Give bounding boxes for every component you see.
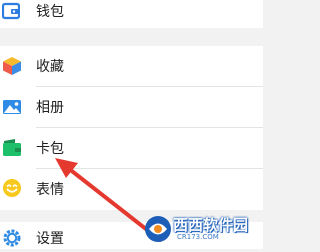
photo-icon (2, 97, 22, 117)
menu-item-cards[interactable]: 卡包 (0, 128, 263, 168)
menu-item-favorites[interactable]: 收藏 (0, 46, 263, 86)
gear-icon (2, 228, 22, 248)
album-label: 相册 (36, 100, 64, 116)
settings-label: 设置 (36, 231, 64, 247)
menu-item-wallet[interactable]: 钱包 (0, 0, 263, 28)
watermark-emblem-icon (145, 216, 171, 242)
smiley-icon (2, 178, 22, 198)
watermark-logo: 西西软件园 CR173.COM (143, 212, 261, 246)
favorites-label: 收藏 (36, 59, 64, 75)
cube-icon (2, 56, 22, 76)
stickers-label: 表情 (36, 182, 64, 198)
watermark-brand: 西西软件园 (173, 216, 249, 234)
watermark-url: CR173.COM (177, 233, 219, 241)
card-icon (2, 138, 22, 158)
menu-item-album[interactable]: 相册 (0, 87, 263, 127)
wallet-label: 钱包 (36, 4, 64, 20)
cards-label: 卡包 (36, 141, 64, 157)
services-section: 收藏 相册 卡包 表情 (0, 46, 263, 210)
menu-item-stickers[interactable]: 表情 (0, 169, 263, 209)
wallet-icon (1, 2, 21, 20)
wallet-section: 钱包 (0, 0, 263, 28)
